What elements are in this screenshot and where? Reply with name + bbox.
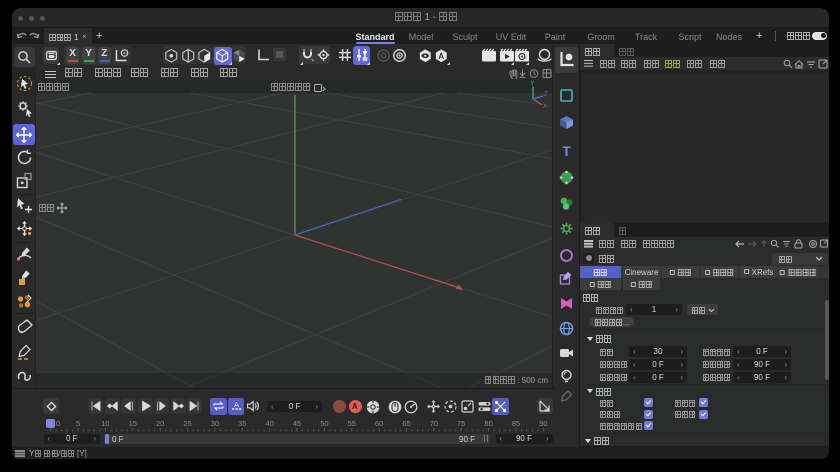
svg-text:20: 20 xyxy=(156,419,164,428)
svg-text:70: 70 xyxy=(430,419,438,428)
svg-text:75: 75 xyxy=(457,419,465,428)
svg-text:80: 80 xyxy=(484,419,492,428)
svg-text:90: 90 xyxy=(539,419,547,428)
svg-text:0: 0 xyxy=(56,419,60,428)
svg-text:45: 45 xyxy=(293,419,301,428)
svg-text:55: 55 xyxy=(348,419,356,428)
svg-text:15: 15 xyxy=(129,419,137,428)
svg-text:85: 85 xyxy=(512,419,520,428)
svg-text:X: X xyxy=(543,104,547,110)
svg-text:25: 25 xyxy=(183,419,191,428)
svg-text:30: 30 xyxy=(211,419,219,428)
svg-text:50: 50 xyxy=(320,419,328,428)
svg-text:A: A xyxy=(438,52,444,61)
svg-text:10: 10 xyxy=(101,419,109,428)
svg-text:A: A xyxy=(234,402,239,409)
svg-text:40: 40 xyxy=(266,419,274,428)
svg-text:T: T xyxy=(562,143,571,158)
svg-text:65: 65 xyxy=(402,419,410,428)
svg-text:Y: Y xyxy=(530,82,534,88)
svg-text:60: 60 xyxy=(375,419,383,428)
svg-text:5: 5 xyxy=(76,419,80,428)
svg-text:Z: Z xyxy=(544,92,548,98)
svg-text:35: 35 xyxy=(238,419,246,428)
